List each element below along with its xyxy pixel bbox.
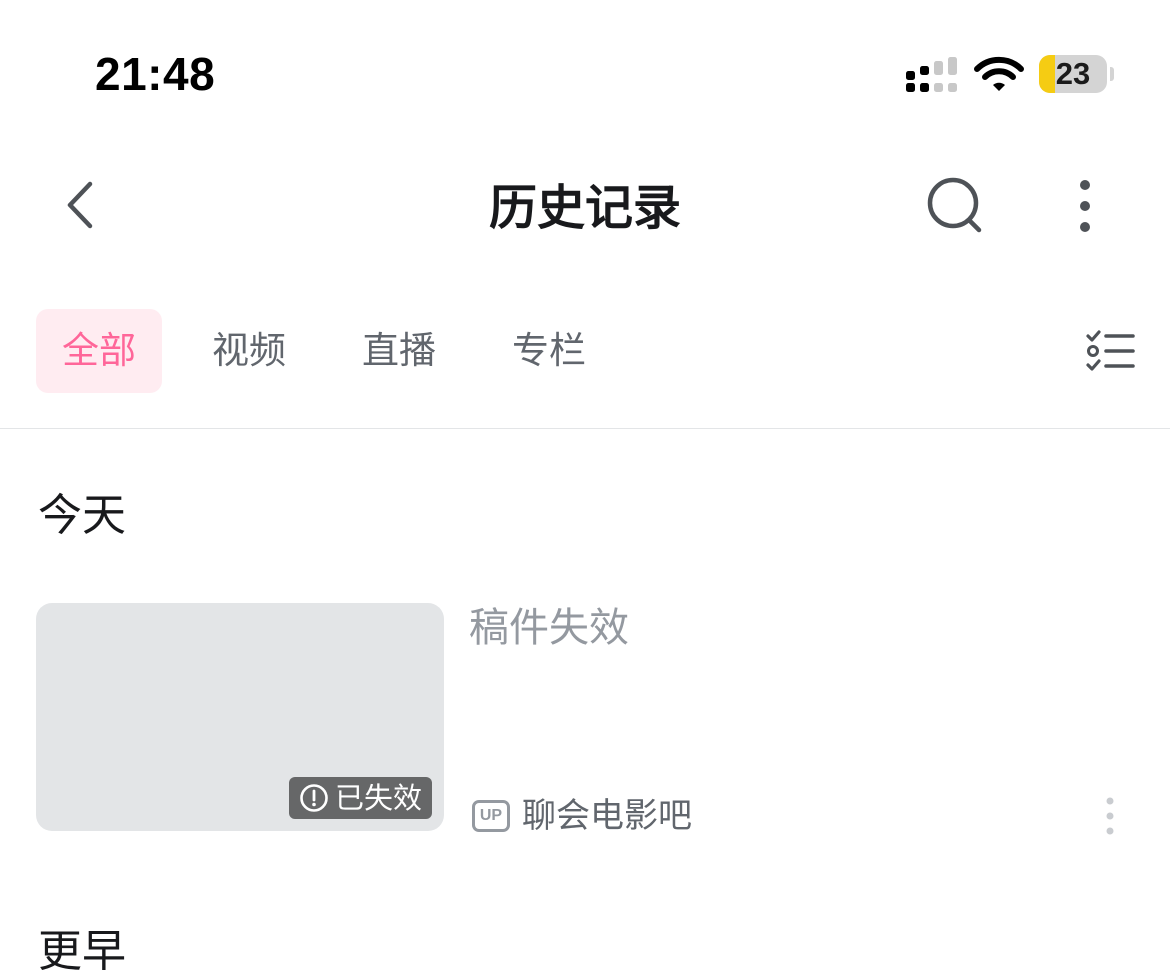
tab-divider: [0, 428, 1170, 429]
tab-live[interactable]: 直播: [336, 309, 462, 393]
item-more-button[interactable]: [1094, 793, 1126, 841]
search-button[interactable]: [920, 170, 990, 240]
exclamation-circle-icon: [300, 784, 328, 812]
back-button[interactable]: [50, 170, 110, 240]
status-bar: 21:48 23: [0, 0, 1170, 140]
status-time: 21:48: [95, 48, 216, 100]
more-vertical-icon: [1106, 797, 1114, 835]
search-icon: [927, 177, 982, 233]
back-arrow-icon: [67, 181, 93, 229]
battery-icon: 23: [1039, 55, 1115, 93]
wifi-icon: [974, 56, 1024, 91]
tab-column[interactable]: 专栏: [486, 309, 612, 393]
nav-bar: 历史记录: [0, 140, 1170, 280]
section-header-today: 今天: [38, 490, 126, 541]
history-item[interactable]: 已失效 稿件失效 UP 聊会电影吧: [0, 603, 1170, 836]
tab-all[interactable]: 全部: [36, 309, 162, 393]
more-vertical-icon: [1080, 180, 1090, 232]
section-header-earlier: 更早: [38, 926, 126, 977]
edit-list-button[interactable]: [1080, 326, 1140, 380]
page-title: 历史记录: [488, 180, 681, 236]
checklist-icon: [1086, 330, 1135, 371]
up-icon: UP: [472, 800, 510, 832]
item-title: 稿件失效: [469, 605, 629, 651]
signal-icon: [906, 57, 957, 92]
invalid-badge: 已失效: [288, 777, 432, 819]
battery-level: 23: [1055, 56, 1091, 91]
tab-bar: 全部 视频 直播 专栏: [0, 300, 1170, 400]
video-thumbnail[interactable]: 已失效: [36, 603, 444, 831]
uploader-name[interactable]: 聊会电影吧: [522, 794, 692, 838]
item-meta: UP 聊会电影吧: [472, 794, 692, 838]
more-button[interactable]: [1060, 170, 1110, 240]
tab-video[interactable]: 视频: [186, 309, 312, 393]
invalid-badge-label: 已失效: [334, 781, 422, 815]
